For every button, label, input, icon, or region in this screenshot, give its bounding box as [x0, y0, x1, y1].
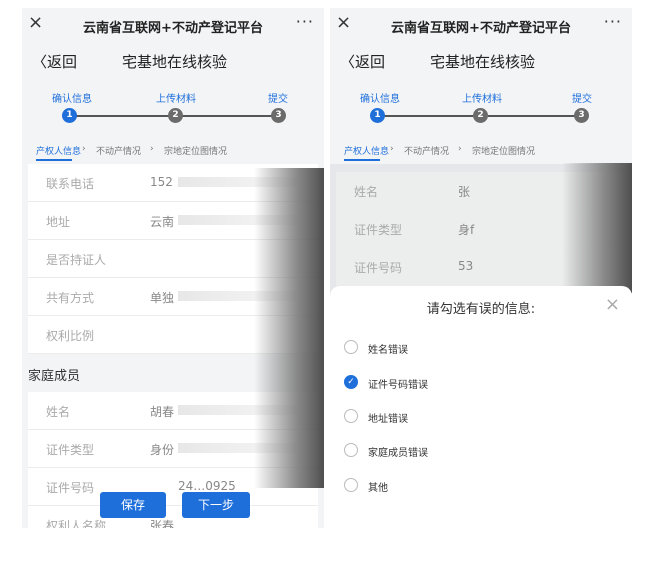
row-label: 权利比例 [46, 329, 95, 343]
row-label: 姓名 [46, 405, 71, 419]
row-label: 共有方式 [46, 291, 95, 305]
nav-bar: 〈返回 宅基地在线核验 [330, 42, 632, 82]
row-value: 张春 [150, 519, 175, 528]
step-dot-3: 3 [271, 108, 286, 123]
sheet-title: 请勾选有误的信息: [426, 302, 536, 317]
nav-bar: 〈返回 宅基地在线核验 [22, 42, 324, 82]
more-icon[interactable]: ··· [604, 12, 622, 31]
back-button[interactable]: 〈返回 [340, 51, 385, 72]
close-icon[interactable]: × [605, 294, 620, 315]
row-value: 身f [458, 223, 475, 237]
row-value: 单独 [150, 291, 175, 305]
app-title: 云南省互联网+不动产登记平台 [83, 21, 263, 36]
step-dot-2: 2 [168, 108, 183, 123]
row-value: 24…0925 [178, 479, 236, 493]
blur-overlay [254, 168, 324, 488]
right-screen: × 云南省互联网+不动产登记平台 ··· 〈返回 宅基地在线核验 确认信息 上传… [330, 8, 632, 528]
title-bar: × 云南省互联网+不动产登记平台 ··· [330, 8, 632, 42]
row-label: 证件号码 [354, 261, 403, 275]
option-label: 地址错误 [368, 414, 408, 425]
option-label: 姓名错误 [368, 345, 408, 356]
error-select-sheet: 请勾选有误的信息: × 姓名错误 ✓ 证件号码错误 地址错误 家庭成员错误 其他 [330, 286, 632, 528]
step-connector [74, 115, 174, 117]
row-label: 联系电话 [46, 177, 95, 191]
step-indicator: 确认信息 上传材料 提交 1 2 3 [330, 82, 632, 140]
step-dot-1: 1 [370, 108, 385, 123]
row-label: 地址 [46, 215, 71, 229]
step-connector [382, 115, 482, 117]
next-step-button[interactable]: 下一步 [182, 492, 250, 518]
back-button[interactable]: 〈返回 [32, 51, 77, 72]
step-label-1: 确认信息 [360, 94, 400, 105]
radio-icon[interactable] [344, 443, 358, 457]
radio-icon[interactable] [344, 409, 358, 423]
chevron-right-icon: › [390, 144, 394, 154]
chevron-right-icon: › [458, 144, 462, 154]
active-tab-indicator [344, 159, 380, 161]
step-label-3: 提交 [572, 94, 592, 105]
tab-owner-info[interactable]: 产权人信息 [344, 144, 389, 157]
row-value: 152 [150, 175, 173, 189]
row-value: 张 [458, 185, 471, 199]
chevron-right-icon: › [82, 144, 86, 154]
title-bar: × 云南省互联网+不动产登记平台 ··· [22, 8, 324, 42]
more-icon[interactable]: ··· [296, 12, 314, 31]
row-label: 证件类型 [46, 443, 95, 457]
save-button[interactable]: 保存 [100, 492, 166, 518]
row-value: 身份 [150, 443, 175, 457]
page-title: 宅基地在线核验 [122, 53, 228, 71]
step-dot-1: 1 [62, 108, 77, 123]
step-label-2: 上传材料 [462, 94, 502, 105]
radio-icon[interactable] [344, 340, 358, 354]
option-label: 其他 [368, 483, 388, 494]
step-dot-3: 3 [574, 108, 589, 123]
row-label: 权利人名称 [46, 519, 107, 528]
row-value: 53 [458, 259, 474, 273]
page-title: 宅基地在线核验 [430, 53, 536, 71]
step-label-3: 提交 [268, 94, 288, 105]
row-value: 云南 [150, 215, 175, 229]
tab-property-status[interactable]: 不动产情况 [96, 144, 141, 157]
radio-icon[interactable] [344, 478, 358, 492]
family-row-rightholder: 权利人名称 张春 [28, 506, 318, 528]
active-tab-indicator [36, 159, 72, 161]
row-label: 证件类型 [354, 223, 403, 237]
step-indicator: 确认信息 上传材料 提交 1 2 3 [22, 82, 324, 140]
chevron-right-icon: › [150, 144, 154, 154]
row-value: 胡春 [150, 405, 175, 419]
section-title: 家庭成员 [28, 369, 81, 384]
tab-parcel-map[interactable]: 宗地定位图情况 [164, 144, 227, 157]
tab-parcel-map[interactable]: 宗地定位图情况 [472, 144, 535, 157]
option-label: 证件号码错误 [368, 380, 428, 391]
tab-owner-info[interactable]: 产权人信息 [36, 144, 81, 157]
app-title: 云南省互联网+不动产登记平台 [391, 21, 571, 36]
step-connector [488, 115, 582, 117]
option-label: 家庭成员错误 [368, 448, 428, 459]
blur-overlay [562, 163, 632, 293]
step-label-2: 上传材料 [156, 94, 196, 105]
sub-tabs: 产权人信息 › 不动产情况 › 宗地定位图情况 [330, 140, 632, 164]
sub-tabs: 产权人信息 › 不动产情况 › 宗地定位图情况 [22, 140, 324, 164]
step-dot-2: 2 [473, 108, 488, 123]
tab-property-status[interactable]: 不动产情况 [404, 144, 449, 157]
row-label: 证件号码 [46, 481, 95, 495]
row-label: 是否持证人 [46, 253, 107, 267]
checked-radio-icon[interactable]: ✓ [344, 375, 358, 389]
step-connector [182, 115, 276, 117]
row-label: 姓名 [354, 185, 379, 199]
left-screen: × 云南省互联网+不动产登记平台 ··· 〈返回 宅基地在线核验 确认信息 上传… [22, 8, 324, 528]
step-label-1: 确认信息 [52, 94, 92, 105]
